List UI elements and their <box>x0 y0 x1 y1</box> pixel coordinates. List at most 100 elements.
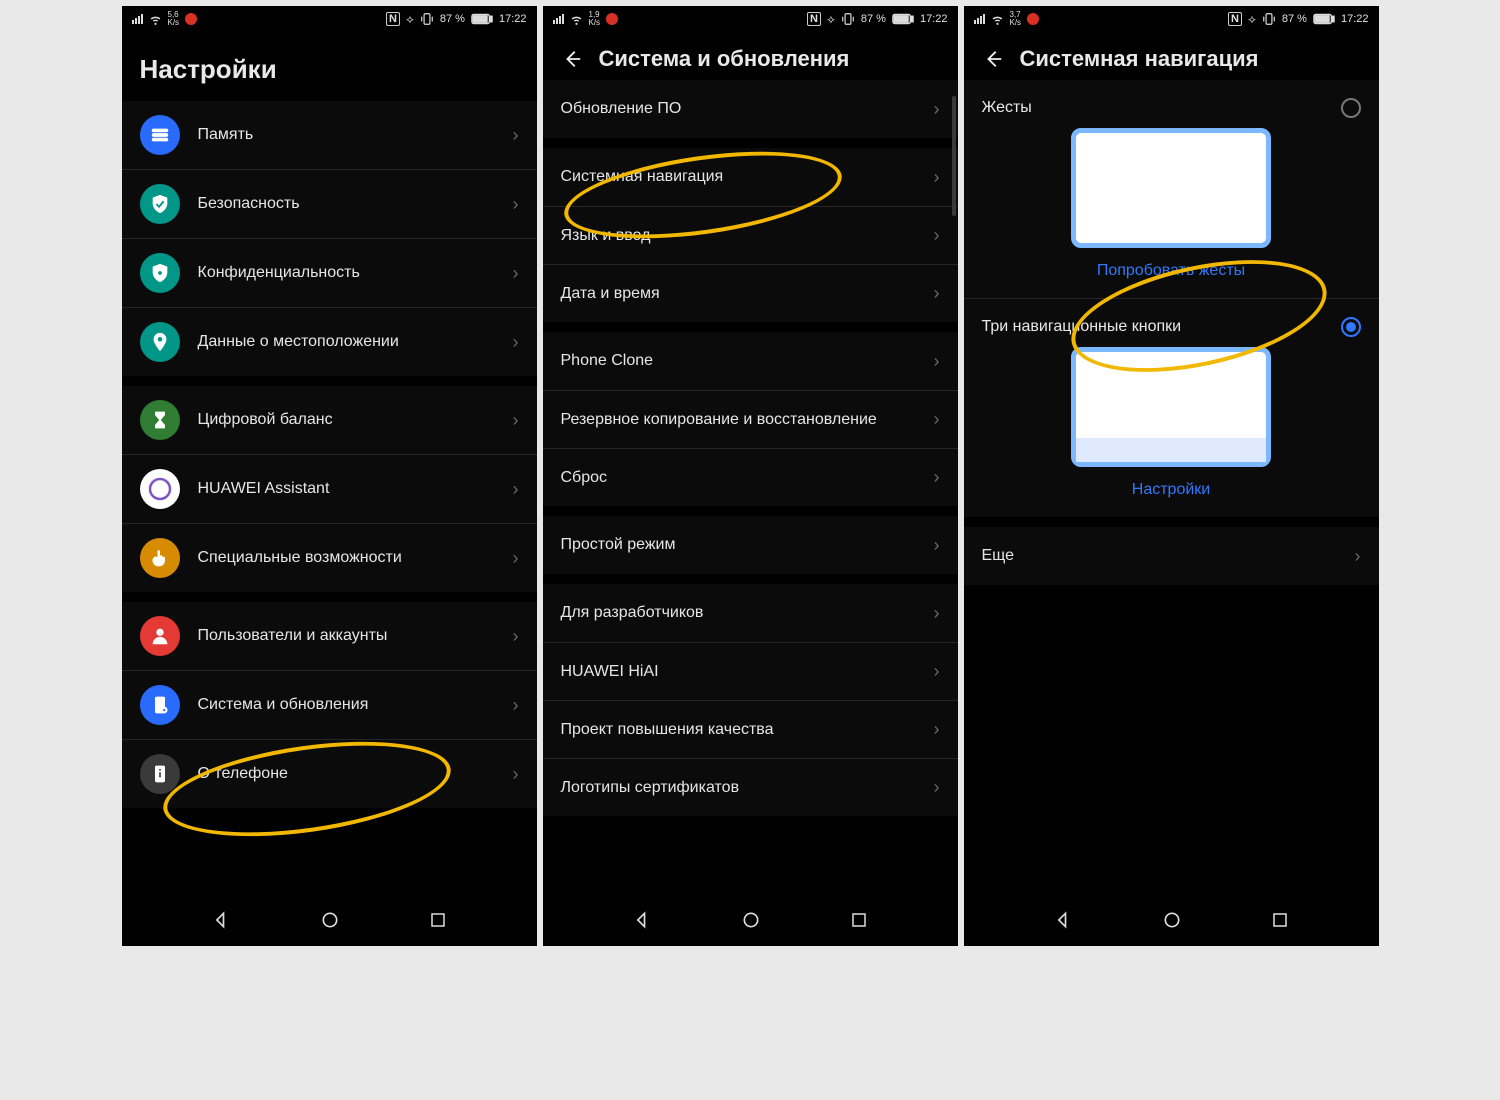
row-label: Пользователи и аккаунты <box>198 626 495 646</box>
chevron-right-icon: › <box>513 626 519 647</box>
row-label: Phone Clone <box>561 351 916 371</box>
settings-row[interactable]: О телефоне› <box>122 739 537 808</box>
phone-settings: 5,6K/s N ⟡ 87 % 17:22 Настройки Память›Б… <box>122 6 537 946</box>
hand-icon <box>140 538 180 578</box>
row-more[interactable]: Еще › <box>964 527 1379 585</box>
nav-home-icon[interactable] <box>741 910 761 930</box>
try-gestures-link[interactable]: Попробовать жесты <box>982 248 1361 298</box>
settings-row[interactable]: Для разработчиков › <box>543 584 958 642</box>
system-nav-bar <box>543 894 958 946</box>
settings-row[interactable]: Сброс› <box>543 448 958 506</box>
settings-row[interactable]: HUAWEI Assistant› <box>122 454 537 523</box>
hourglass-icon <box>140 400 180 440</box>
system-nav-bar <box>964 894 1379 946</box>
settings-row[interactable]: Phone Clone› <box>543 332 958 390</box>
chevron-right-icon: › <box>934 603 940 624</box>
nav-settings-link[interactable]: Настройки <box>982 467 1361 517</box>
three-button-preview: ◁○□ <box>1071 347 1271 467</box>
row-label: Еще <box>982 546 1337 566</box>
nfc-icon: N <box>1228 12 1242 26</box>
nav-recent-icon[interactable] <box>850 911 868 929</box>
bluetooth-icon: ⟡ <box>827 12 835 27</box>
nav-back-icon[interactable] <box>1053 910 1073 930</box>
row-label: Для разработчиков <box>561 603 916 623</box>
nav-recent-icon[interactable] <box>429 911 447 929</box>
status-bar: 5,6K/s N ⟡ 87 % 17:22 <box>122 6 537 32</box>
chevron-right-icon: › <box>934 99 940 120</box>
back-icon[interactable] <box>561 48 583 70</box>
chevron-right-icon: › <box>934 167 940 188</box>
row-label: Специальные возможности <box>198 548 495 568</box>
settings-row[interactable]: Резервное копирование и восстановление › <box>543 390 958 448</box>
phone-system-navigation: 3,7K/s N ⟡ 87 % 17:22 Системная навигаци… <box>964 6 1379 946</box>
clock: 17:22 <box>1341 13 1369 25</box>
row-label: Системная навигация <box>561 167 916 187</box>
bluetooth-icon: ⟡ <box>1248 12 1256 27</box>
clock: 17:22 <box>499 13 527 25</box>
record-indicator-icon <box>1027 13 1039 25</box>
nav-back-icon[interactable] <box>632 910 652 930</box>
signal-icon <box>553 14 564 24</box>
settings-row[interactable]: HUAWEI HiAI› <box>543 642 958 700</box>
settings-row[interactable]: Обновление ПО› <box>543 80 958 138</box>
gesture-preview <box>1071 128 1271 248</box>
system-nav-bar <box>122 894 537 946</box>
settings-row[interactable]: Система и обновления› <box>122 670 537 739</box>
row-label: О телефоне <box>198 764 495 784</box>
option-label: Жесты <box>982 99 1032 117</box>
settings-row[interactable]: Память› <box>122 101 537 169</box>
settings-row[interactable]: Проект повышения качества› <box>543 700 958 758</box>
header: Системная навигация <box>964 32 1379 80</box>
wifi-icon <box>570 13 583 26</box>
chevron-right-icon: › <box>934 661 940 682</box>
nav-recent-icon[interactable] <box>1271 911 1289 929</box>
settings-row[interactable]: Простой режим › <box>543 516 958 574</box>
option-three-buttons[interactable]: Три навигационные кнопки ◁○□ Настройки <box>964 299 1379 517</box>
signal-icon <box>974 14 985 24</box>
signal-icon <box>132 14 143 24</box>
row-label: Память <box>198 125 495 145</box>
chevron-right-icon: › <box>513 548 519 569</box>
vibrate-icon <box>1262 12 1276 26</box>
battery-percent: 87 % <box>1282 13 1307 25</box>
settings-row[interactable]: Цифровой баланс› <box>122 386 537 454</box>
settings-row[interactable]: Язык и ввод› <box>543 206 958 264</box>
back-icon[interactable] <box>982 48 1004 70</box>
row-label: Простой режим <box>561 535 916 555</box>
chevron-right-icon: › <box>934 467 940 488</box>
header: Система и обновления <box>543 32 958 80</box>
nav-home-icon[interactable] <box>320 910 340 930</box>
settings-row[interactable]: Дата и время› <box>543 264 958 322</box>
row-label: Резервное копирование и восстановление <box>561 410 916 430</box>
settings-row[interactable]: Конфиденциальность› <box>122 238 537 307</box>
phone-info-icon <box>140 754 180 794</box>
settings-row[interactable]: Логотипы сертификатов› <box>543 758 958 816</box>
chevron-right-icon: › <box>934 535 940 556</box>
settings-row[interactable]: Данные о местоположении› <box>122 307 537 376</box>
status-bar: 3,7K/s N ⟡ 87 % 17:22 <box>964 6 1379 32</box>
settings-row[interactable]: Пользователи и аккаунты › <box>122 602 537 670</box>
chevron-right-icon: › <box>934 409 940 430</box>
shield-check-icon <box>140 184 180 224</box>
status-bar: 1,9K/s N ⟡ 87 % 17:22 <box>543 6 958 32</box>
radio-checked[interactable] <box>1341 317 1361 337</box>
battery-percent: 87 % <box>440 13 465 25</box>
page-title: Система и обновления <box>599 46 850 72</box>
scrollbar[interactable] <box>952 96 956 216</box>
nav-home-icon[interactable] <box>1162 910 1182 930</box>
radio-unchecked[interactable] <box>1341 98 1361 118</box>
option-gestures[interactable]: Жесты Попробовать жесты <box>964 80 1379 299</box>
chevron-right-icon: › <box>934 719 940 740</box>
settings-row[interactable]: Специальные возможности › <box>122 523 537 592</box>
nav-back-icon[interactable] <box>211 910 231 930</box>
row-label: Цифровой баланс <box>198 410 495 430</box>
shield-lock-icon <box>140 253 180 293</box>
row-label: Логотипы сертификатов <box>561 778 916 798</box>
nfc-icon: N <box>807 12 821 26</box>
row-label: Конфиденциальность <box>198 263 495 283</box>
settings-row[interactable]: Системная навигация › <box>543 148 958 206</box>
settings-row[interactable]: Безопасность› <box>122 169 537 238</box>
wifi-icon <box>991 13 1004 26</box>
chevron-right-icon: › <box>513 332 519 353</box>
assistant-icon <box>140 469 180 509</box>
